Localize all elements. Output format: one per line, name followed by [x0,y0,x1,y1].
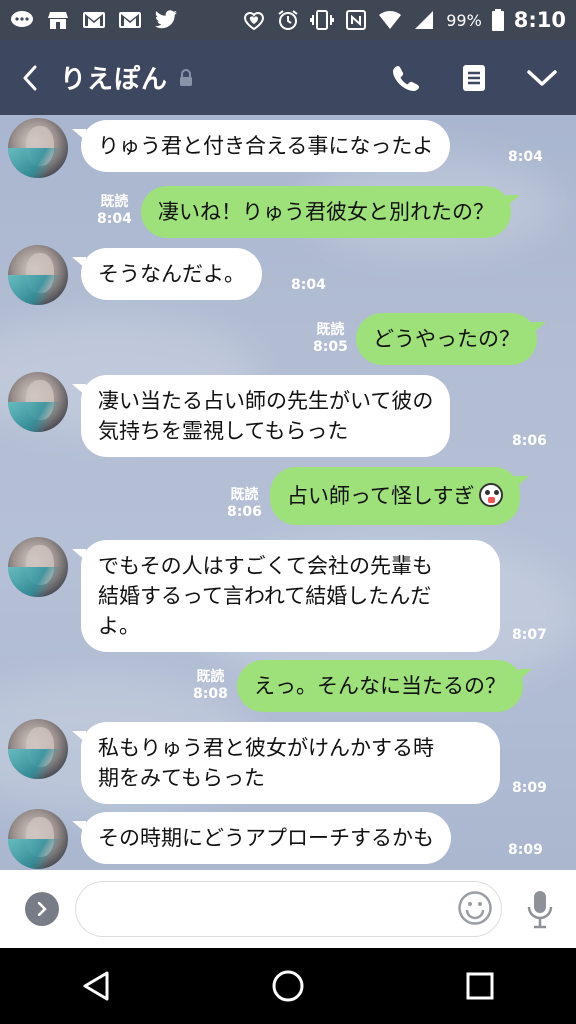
chat-title[interactable]: りえぽん [60,59,168,96]
twitter-icon [154,9,178,31]
voice-input-button[interactable] [520,887,560,931]
avatar[interactable] [8,809,68,869]
message-bubble[interactable]: そうなんだよ。 [72,248,262,300]
message-time: 8:04 [508,149,543,165]
nav-home-button[interactable] [248,948,328,1024]
read-label: 既読 [316,322,345,338]
read-receipt: 既読 8:06 [227,487,262,521]
nav-back-button[interactable] [56,948,136,1024]
message-time: 8:04 [97,211,132,227]
message-bubble[interactable]: 凄いね！りゅう君彼女と別れたの？ [141,186,520,238]
menu-dropdown-button[interactable] [508,40,576,115]
message-line: よ。 [98,614,140,638]
message-line: でもその人はすごくて会社の先輩も [98,554,433,578]
chevron-down-icon [527,69,557,86]
message-line: 気持ちを霊視してもらった [98,419,349,443]
chat-bubble-icon [10,9,34,31]
message-time: 8:05 [313,339,348,355]
message-text: りゅう君と付き合える事になったよ [98,134,434,158]
alarm-heart-icon [242,9,266,31]
nav-recents-button[interactable] [440,948,520,1024]
call-button[interactable] [372,40,440,115]
message-bubble[interactable]: りゅう君と付き合える事になったよ [71,120,451,172]
read-receipt: 既読 8:05 [313,322,348,356]
message-bubble[interactable]: 私もりゅう君と彼女がけんかする時 期をみてもらった [72,722,500,804]
circle-home-icon [272,970,304,1002]
vibrate-icon [310,9,335,31]
message-bubble[interactable]: 凄い当たる占い師の先生がいて彼の 気持ちを霊視してもらった [71,375,451,457]
read-receipt: 既読 8:08 [193,669,228,703]
message-time: 8:04 [291,277,326,293]
chevron-right-icon [37,902,47,916]
message-line: 凄い当たる占い師の先生がいて彼の [98,389,434,413]
status-time: 8:10 [513,8,566,32]
message-time: 8:07 [512,627,547,643]
read-label: 既読 [100,194,129,210]
battery-icon [491,9,504,31]
message-text: えっ。そんなに当たるの？ [254,674,506,698]
message-input-bar [0,870,576,948]
alarm-clock-icon [276,9,300,31]
chevron-left-icon [23,65,37,90]
microphone-icon [527,891,553,929]
status-bar: 99% 8:10 [0,0,576,40]
message-text: 凄いね！りゅう君彼女と別れたの？ [158,200,494,224]
back-button[interactable] [0,40,60,115]
read-receipt: 既読 8:04 [97,194,132,228]
message-time: 8:08 [193,686,228,702]
system-navigation-bar [0,948,576,1024]
chat-area[interactable]: りゅう君と付き合える事になったよ 8:04 既読 8:04 凄いね！りゅう君彼女… [0,115,576,870]
triangle-back-icon [83,971,109,1001]
chat-header: りえぽん [0,40,576,115]
signal-icon [412,9,436,31]
message-bubble[interactable]: 占い師って怪しすぎ [270,467,529,525]
message-text: その時期にどうアプローチするかも [98,826,434,850]
message-bubble[interactable]: でもその人はすごくて会社の先輩も 結婚するって言われて結婚したんだ よ。 [72,540,500,652]
lock-icon [178,68,194,87]
message-text: そうなんだよ。 [98,262,245,286]
notes-icon [463,64,485,91]
message-line: 期をみてもらった [98,766,265,790]
message-line: 私もりゅう君と彼女がけんかする時 [98,736,434,760]
message-bubble[interactable]: その時期にどうアプローチするかも [72,812,451,864]
notes-button[interactable] [440,40,508,115]
shocked-face-icon [478,483,503,507]
message-bubble[interactable]: どうやったの？ [356,313,546,365]
sticker-button[interactable] [457,890,493,926]
avatar[interactable] [8,537,68,597]
message-text: 占い師って怪しすぎ [287,484,475,508]
message-time: 8:06 [512,433,547,449]
expand-menu-button[interactable] [25,892,59,926]
avatar[interactable] [8,372,68,432]
message-time: 8:09 [508,842,543,858]
message-line: 結婚するって言われて結婚したんだ [98,584,432,608]
message-time: 8:06 [227,504,262,520]
gmail-icon [82,9,106,31]
gmail-icon [118,9,142,31]
nfc-icon [344,9,368,31]
smiley-icon [458,891,492,925]
avatar[interactable] [8,118,68,178]
phone-icon [393,65,419,91]
avatar[interactable] [8,719,68,779]
message-input[interactable] [75,881,502,937]
message-bubble[interactable]: えっ。そんなに当たるの？ [237,660,532,712]
message-time: 8:09 [512,780,547,796]
message-text: どうやったの？ [373,327,520,351]
battery-percent: 99% [446,10,482,30]
read-label: 既読 [196,669,225,685]
square-recents-icon [466,972,494,1000]
avatar[interactable] [8,245,68,305]
read-label: 既読 [230,487,259,503]
wifi-icon [378,9,402,31]
store-icon [46,9,70,31]
